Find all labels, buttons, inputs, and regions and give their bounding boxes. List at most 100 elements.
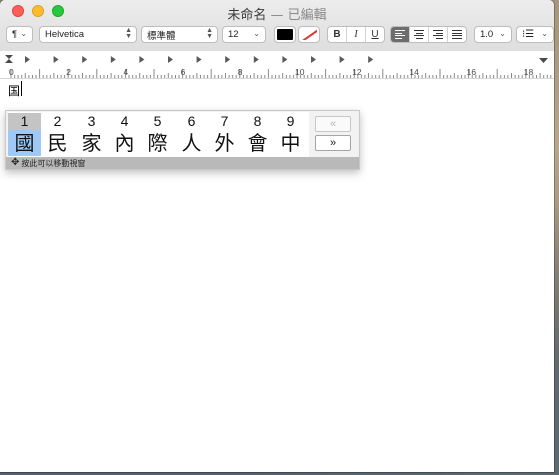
candidate-number: 1	[8, 113, 41, 130]
tab-stop-marker[interactable]	[196, 56, 202, 63]
candidate-item[interactable]: 6人	[175, 112, 208, 158]
candidate-number: 8	[253, 113, 262, 129]
tab-stop-marker[interactable]	[339, 56, 345, 63]
ruler-label: 18	[523, 67, 534, 77]
next-page-button[interactable]: »	[315, 135, 351, 151]
candidate-item[interactable]: 7外	[208, 112, 241, 158]
ruler-label: 0	[9, 67, 14, 77]
candidate-item[interactable]: 8會	[241, 112, 274, 158]
updown-arrows-icon: ▲ ▼	[125, 27, 132, 40]
tab-stop-marker[interactable]	[311, 56, 316, 63]
typeface-value: 標準體	[147, 30, 176, 42]
candidate-pager: « »	[315, 116, 353, 154]
candidate-item[interactable]: 4內	[108, 112, 141, 158]
tab-stop-marker[interactable]	[168, 56, 173, 63]
highlight-color-well[interactable]	[298, 26, 320, 43]
document-text: 国	[8, 84, 21, 98]
document-name: 未命名	[227, 8, 267, 23]
bold-button[interactable]: B	[328, 27, 347, 42]
line-spacing-value: 1.0	[480, 29, 494, 40]
list-bullets-icon: ⁝☰	[522, 29, 535, 40]
tab-stop-marker[interactable]	[139, 56, 145, 63]
ruler-label: 16	[466, 67, 477, 77]
chevron-down-icon: ⌄	[20, 29, 27, 38]
format-toolbar: ¶ ⌄ Helvetica ▲ ▼ 標準體 ▲ ▼ 12 ⌄ B I U 1.0…	[6, 26, 554, 45]
candidate-list: 1國2民3家4內5際6人7外8會9中	[8, 112, 309, 158]
tab-stop-marker[interactable]	[253, 56, 259, 63]
previous-page-button[interactable]: «	[315, 116, 351, 132]
ruler-label: 6	[180, 67, 186, 77]
candidate-number: 3	[87, 113, 96, 129]
ime-candidate-window: 1國2民3家4內5際6人7外8會9中 « » ✥ 按此可以移動視窗	[5, 110, 360, 170]
tab-stop-marker[interactable]	[53, 56, 59, 63]
underline-button[interactable]: U	[366, 27, 384, 42]
align-center-icon	[414, 30, 424, 39]
font-family-value: Helvetica	[45, 29, 85, 40]
candidate-character: 中	[280, 131, 301, 155]
align-center-button[interactable]	[410, 27, 429, 42]
text-caret	[21, 81, 22, 96]
ime-move-handle[interactable]: ✥ 按此可以移動視窗	[6, 157, 359, 169]
candidate-item[interactable]: 3家	[75, 112, 108, 158]
candidate-item[interactable]: 5際	[141, 112, 174, 158]
candidate-character: 民	[47, 131, 68, 155]
chevron-down-icon: ⌄	[253, 29, 260, 38]
candidate-number: 4	[120, 113, 129, 129]
chevron-down-icon: ⌄	[541, 29, 548, 38]
ruler-label: 4	[123, 67, 129, 77]
chevron-down-icon: ⌄	[499, 29, 506, 38]
paragraph-style-popup[interactable]: ¶ ⌄	[6, 26, 33, 43]
candidate-number: 7	[220, 113, 229, 129]
list-style-popup[interactable]: ⁝☰ ⌄	[516, 26, 554, 43]
ruler-label: 10	[295, 67, 305, 77]
move-arrows-icon: ✥	[11, 157, 20, 168]
tab-stop-marker[interactable]	[110, 56, 116, 63]
candidate-character: 外	[214, 131, 235, 155]
text-style-segment: B I U	[327, 26, 385, 43]
candidate-character: 內	[114, 131, 135, 155]
right-indent-marker[interactable]	[539, 58, 548, 63]
candidate-number: 6	[187, 113, 196, 129]
text-color-well[interactable]	[274, 26, 296, 43]
ruler-label: 2	[66, 67, 71, 77]
tab-stop-marker[interactable]	[282, 56, 288, 63]
ruler[interactable]: 0 2 4 6 8 10 12 14 16 18	[0, 51, 554, 79]
font-size-combo[interactable]: 12 ⌄	[222, 26, 266, 43]
ruler-label: 12	[352, 67, 362, 77]
candidate-item[interactable]: 1國	[8, 112, 41, 158]
left-indent-marker[interactable]	[5, 59, 13, 63]
italic-button[interactable]: I	[347, 27, 366, 42]
font-size-value: 12	[228, 29, 239, 40]
tab-stop-marker[interactable]	[368, 56, 374, 63]
candidate-number: 5	[153, 113, 162, 129]
text-color-swatch	[277, 29, 293, 40]
tab-stop-marker[interactable]	[82, 56, 88, 63]
candidate-character: 際	[147, 131, 168, 155]
typeface-popup[interactable]: 標準體 ▲ ▼	[141, 26, 218, 43]
candidate-item[interactable]: 9中	[274, 112, 307, 158]
line-spacing-popup[interactable]: 1.0 ⌄	[474, 26, 512, 43]
candidate-number: 2	[53, 113, 62, 129]
align-justify-button[interactable]	[448, 27, 466, 42]
paragraph-style-label: ¶	[12, 29, 18, 40]
candidate-item[interactable]: 2民	[41, 112, 74, 158]
first-line-indent-marker[interactable]	[5, 55, 13, 59]
align-left-icon	[395, 30, 405, 39]
candidate-character: 會	[247, 131, 268, 155]
align-justify-icon	[452, 30, 462, 39]
font-family-popup[interactable]: Helvetica ▲ ▼	[39, 26, 137, 43]
tab-stop-marker[interactable]	[225, 56, 231, 63]
textedit-window: 未命名 — 已編輯 ¶ ⌄ Helvetica ▲▼ 標準體 ▲▼ 12 ⌄	[0, 0, 554, 472]
candidate-character: 人	[181, 131, 202, 155]
alignment-segment	[390, 26, 467, 43]
updown-arrows-icon: ▲ ▼	[206, 27, 213, 40]
align-right-button[interactable]	[429, 27, 448, 42]
align-left-button[interactable]	[391, 27, 410, 42]
document-status: 已編輯	[287, 8, 327, 23]
ruler-label: 14	[409, 67, 419, 77]
no-highlight-icon	[301, 29, 317, 40]
align-right-icon	[433, 30, 443, 39]
candidate-character: 家	[81, 131, 102, 155]
tab-stop-marker[interactable]	[25, 56, 30, 63]
ime-footer-hint: 按此可以移動視窗	[21, 158, 86, 168]
